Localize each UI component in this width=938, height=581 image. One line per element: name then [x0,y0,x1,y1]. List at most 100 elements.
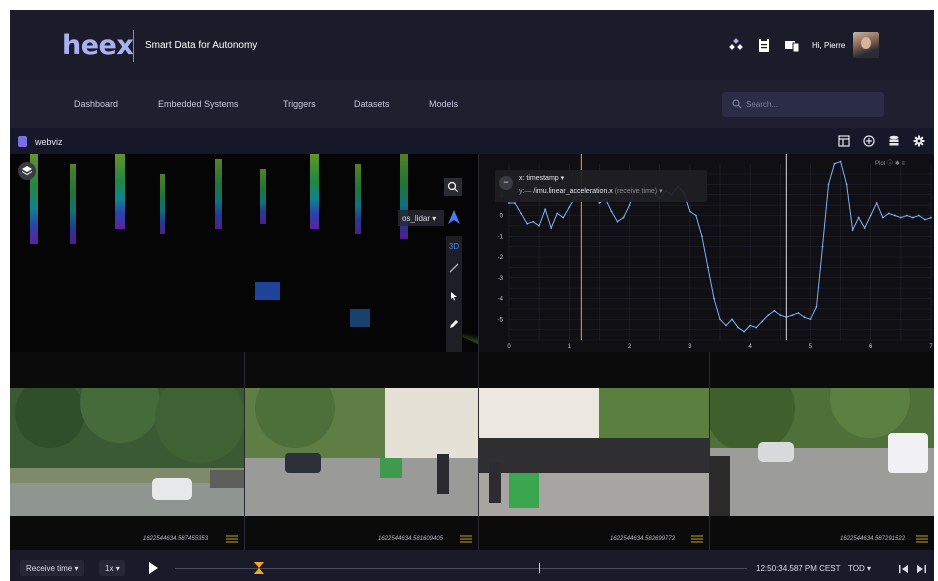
timeline-scrubber-icon[interactable] [254,562,265,574]
lidar-point-cloud[interactable] [10,154,478,352]
camera-image-2[interactable] [245,388,479,516]
search-placeholder: Search... [746,100,779,109]
pencil-icon[interactable] [446,318,462,336]
series-point [833,162,836,165]
logo-divider [133,30,134,62]
nav-embedded-systems[interactable]: Embedded Systems [158,99,239,109]
series-point [532,220,535,223]
lidar-tools: 3D [446,236,462,352]
camera-image-3[interactable] [479,388,710,516]
time-mode-value: Receive time [26,564,73,573]
speed-select[interactable]: 1x ▾ [99,560,125,576]
search-input[interactable]: Search... [722,92,884,117]
series-point [628,204,631,207]
series-point [526,222,528,225]
series-point [881,216,884,219]
camera-panel-3[interactable]: 1622544634.582699772 [479,352,710,550]
x-tick-label: 2 [628,344,632,350]
x-tick-label: 4 [748,344,752,350]
series-point [719,318,721,321]
add-panel-icon[interactable] [863,135,875,147]
chevron-down-icon: ▾ [560,175,565,182]
cursor-icon[interactable] [446,290,462,308]
camera-panel-1[interactable]: 1622544634.587455353 [10,352,245,550]
camera-menu-icon[interactable] [460,535,472,543]
series-point [731,318,733,321]
series-point [713,297,715,300]
camera-panel-4[interactable]: 1622544634.587291522 [710,352,934,550]
series-point [930,216,932,219]
chevron-down-icon: ▾ [866,564,871,573]
menu-icon[interactable]: ≡ [901,161,905,167]
x-tick-label: 1 [568,344,572,350]
nav-datasets[interactable]: Datasets [354,99,390,109]
time-mode-select[interactable]: Receive time ▾ [20,560,84,576]
plot-panel-menu[interactable]: Plot ⓘ ✱ ≡ [875,158,905,167]
series-point [616,220,619,223]
nav-models[interactable]: Models [429,99,458,109]
camera-menu-icon[interactable] [226,535,238,543]
skip-back-icon[interactable] [898,564,910,574]
settings-icon[interactable] [913,135,925,147]
plot-panel[interactable]: 10-1-2-3-4-501234567 − x: timestamp ▾ y:… [478,154,934,352]
series-point [918,214,920,217]
lidar-search-button[interactable] [444,178,462,196]
app-frame: heex Smart Data for Autonomy Hi, Pierre … [10,10,934,581]
layout-icon[interactable] [838,135,850,147]
series-point [821,245,824,248]
datasource-icon[interactable] [888,135,900,147]
series-point [863,227,866,229]
drone-icon[interactable] [728,37,744,53]
play-icon[interactable] [149,562,158,574]
lidar-3d-panel[interactable]: os_lidar ▾ 3D [10,154,478,352]
camera-image-1[interactable] [10,388,244,516]
ruler-icon[interactable] [446,262,462,280]
chevron-down-icon: ▾ [115,564,120,573]
series-point [562,216,565,219]
series-point [737,326,739,329]
layers-button[interactable] [18,162,36,180]
legend-x-axis[interactable]: x: timestamp ▾ [519,174,564,182]
skip-forward-icon[interactable] [915,564,927,574]
y-tick-label: -1 [498,234,504,240]
legend-y-series[interactable]: y:— /imu.linear_acceleration.x (receive … [519,187,663,195]
nav-dashboard[interactable]: Dashboard [74,99,118,109]
devices-icon[interactable] [784,37,800,53]
y-tick-label: 0 [500,214,504,220]
follow-arrow-icon[interactable] [448,210,460,224]
camera-timestamp-1: 1622544634.587455353 [143,536,209,542]
webviz-toolbar: webviz [10,128,934,154]
camera-menu-icon[interactable] [916,535,928,543]
plot-legend[interactable]: − x: timestamp ▾ y:— /imu.linear_acceler… [495,170,707,202]
series-point [514,202,516,204]
series-point [544,208,547,211]
series-point [869,214,872,217]
camera-menu-icon[interactable] [691,535,703,543]
frame-select[interactable]: os_lidar ▾ [398,210,444,226]
series-point [725,324,727,327]
legend-x-label: x: timestamp [519,175,559,182]
series-point [622,216,625,219]
settings-icon[interactable]: ✱ [895,161,900,167]
nav-triggers[interactable]: Triggers [283,99,316,109]
current-time: 12:50:34.587 PM CEST [756,564,841,573]
series-point [598,202,601,204]
timezone-select[interactable]: TOD ▾ [848,564,871,573]
camera-image-4[interactable] [710,388,934,516]
legend-minimize-button[interactable]: − [499,176,513,190]
series-point [815,305,818,308]
series-point [538,224,541,227]
series-point [701,235,703,238]
series-point [755,326,758,329]
camera-panel-2[interactable]: 1622544634.581609405 [245,352,479,550]
timezone-value: TOD [848,564,865,573]
avatar[interactable] [853,32,879,58]
camera-timestamp-4: 1622544634.587291522 [840,536,906,542]
series-point [797,312,800,314]
clipboard-icon[interactable] [756,37,772,53]
help-icon[interactable]: ⓘ [887,161,893,167]
series-point [694,214,697,217]
user-greeting: Hi, Pierre [812,41,846,50]
mode-3d-button[interactable]: 3D [446,238,462,256]
heex-logo[interactable]: heex [62,30,134,61]
